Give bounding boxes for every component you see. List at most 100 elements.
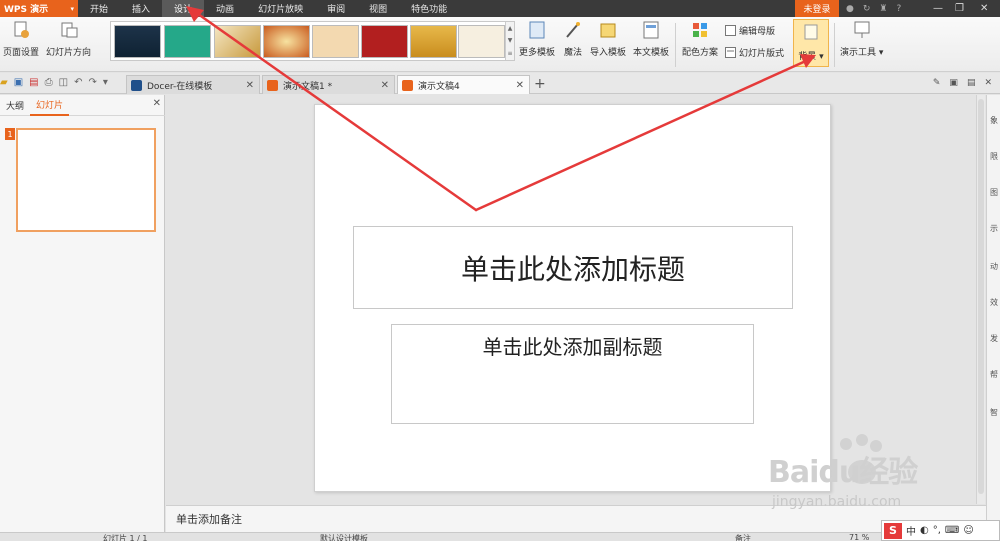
close-icon[interactable]: ✕: [980, 0, 988, 17]
magic-label: 魔法: [563, 48, 582, 58]
slide-canvas[interactable]: 单击此处添加标题 单击此处添加副标题: [314, 104, 831, 492]
tab-slides[interactable]: 幻灯片: [30, 95, 70, 116]
chevron-up-icon[interactable]: ▲: [508, 25, 513, 32]
docer-icon: [131, 79, 142, 91]
this-template-button[interactable]: 本文模板: [633, 19, 669, 58]
side-tool-icon[interactable]: 动: [990, 261, 998, 272]
close-tab-icon[interactable]: ✕: [246, 80, 254, 91]
tab-bar-controls: ✎ ▣ ▤ ✕: [933, 78, 992, 88]
undo-icon[interactable]: ↶: [74, 77, 82, 88]
this-template-label: 本文模板: [633, 48, 670, 58]
app-name: WPS 演示: [4, 5, 49, 15]
slide-orientation-button[interactable]: 幻灯片方向: [46, 19, 91, 58]
export-pdf-icon[interactable]: ▤: [29, 77, 38, 88]
template-thumb[interactable]: [263, 25, 310, 58]
zoom-level[interactable]: 71 %: [849, 533, 869, 541]
restore-icon[interactable]: ❐: [955, 0, 964, 17]
slide-layout-button[interactable]: 幻灯片版式: [725, 46, 784, 59]
side-tool-icon[interactable]: 效: [990, 297, 998, 308]
side-tool-icon[interactable]: 帮: [990, 369, 998, 380]
template-thumb[interactable]: [312, 25, 359, 58]
tab-view[interactable]: 视图: [357, 0, 399, 17]
print-icon[interactable]: ⎙: [45, 77, 53, 88]
close-document-icon[interactable]: ✕: [984, 78, 992, 88]
sogou-icon[interactable]: S: [884, 522, 902, 539]
ribbon: 页面设置 幻灯片方向 ▲ ▼ ≡ 更多模板 魔法 导入模板 本文模板 配色方案 …: [0, 17, 1000, 72]
app-menu-button[interactable]: WPS 演示 ▾: [0, 0, 78, 17]
keyboard-icon[interactable]: ⌨: [945, 525, 959, 536]
template-thumb[interactable]: [114, 25, 161, 58]
side-tool-icon[interactable]: 示: [990, 223, 998, 234]
page-setup-button[interactable]: 页面设置: [3, 19, 39, 58]
import-template-button[interactable]: 导入模板: [590, 19, 626, 58]
tab-slideshow[interactable]: 幻灯片放映: [246, 0, 315, 17]
tab-animation[interactable]: 动画: [204, 0, 246, 17]
more-templates-label: 更多模板: [519, 48, 556, 58]
title-placeholder[interactable]: 单击此处添加标题: [353, 226, 793, 309]
close-tab-icon[interactable]: ✕: [516, 80, 524, 91]
side-tool-icon[interactable]: 限: [990, 151, 998, 162]
presentation-tools-label: 演示工具 ▾: [840, 48, 884, 58]
template-thumb[interactable]: [458, 25, 505, 58]
tab-document-1[interactable]: 演示文稿1 * ✕: [262, 75, 395, 94]
expand-icon[interactable]: ≡: [507, 50, 512, 57]
side-tool-icon[interactable]: 发: [990, 333, 998, 344]
side-tool-icon[interactable]: 智: [990, 407, 998, 418]
template-thumb[interactable]: [164, 25, 211, 58]
tab-document-4[interactable]: 演示文稿4 ✕: [397, 75, 530, 94]
tab-home[interactable]: 开始: [78, 0, 120, 17]
template-thumb[interactable]: [214, 25, 261, 58]
vertical-scrollbar[interactable]: [976, 95, 985, 504]
template-name: 默认设计模板: [320, 534, 368, 541]
side-tool-icon[interactable]: 图: [990, 187, 998, 198]
slides-pane: 大纲 幻灯片 ✕ 1: [0, 95, 165, 532]
sync-icon[interactable]: ↻: [863, 4, 871, 14]
template-thumb[interactable]: [361, 25, 408, 58]
tab-special[interactable]: 特色功能: [399, 0, 459, 17]
ime-mode[interactable]: 中: [906, 523, 916, 538]
master-icon: [725, 25, 736, 36]
notes-toggle[interactable]: 备注: [735, 533, 751, 541]
tab-list-icon[interactable]: ▤: [967, 78, 976, 88]
tab-docer[interactable]: Docer-在线模板 ✕: [126, 75, 260, 94]
moon-icon[interactable]: ◐: [920, 525, 929, 536]
template-thumb[interactable]: [410, 25, 457, 58]
punctuation-icon[interactable]: °,: [933, 525, 941, 536]
shirt-icon[interactable]: ♜: [879, 4, 887, 14]
page-setup-label: 页面设置: [3, 48, 40, 58]
slide-layout-label: 幻灯片版式: [739, 49, 785, 59]
chevron-down-icon[interactable]: ▼: [508, 37, 513, 44]
edit-master-button[interactable]: 编辑母版: [725, 24, 775, 37]
close-tab-icon[interactable]: ✕: [381, 80, 389, 91]
print-preview-icon[interactable]: ◫: [59, 77, 68, 88]
window-mode-icon[interactable]: ▣: [949, 78, 958, 88]
tab-design[interactable]: 设计: [162, 0, 205, 17]
tab-review[interactable]: 审阅: [315, 0, 357, 17]
tab-outline[interactable]: 大纲: [0, 95, 30, 116]
slide-thumbnail[interactable]: [16, 128, 156, 232]
tab-insert[interactable]: 插入: [120, 0, 162, 17]
gallery-scroll[interactable]: ▲ ▼ ≡: [505, 22, 514, 60]
help-icon[interactable]: ?: [896, 4, 901, 14]
scrollbar-thumb[interactable]: [978, 99, 984, 494]
presentation-tools-button[interactable]: 演示工具 ▾: [840, 19, 883, 58]
magic-button[interactable]: 魔法: [563, 19, 583, 58]
login-button[interactable]: 未登录: [795, 0, 839, 17]
palette-icon: [690, 19, 710, 41]
more-templates-button[interactable]: 更多模板: [519, 19, 555, 58]
new-tab-icon[interactable]: +: [534, 76, 546, 92]
save-icon[interactable]: ▣: [14, 77, 23, 88]
customize-dropdown-icon[interactable]: ▾: [103, 77, 108, 88]
background-button[interactable]: 背景 ▾: [793, 19, 829, 67]
side-tool-icon[interactable]: 象: [990, 115, 998, 126]
close-pane-icon[interactable]: ✕: [153, 98, 161, 109]
color-scheme-button[interactable]: 配色方案: [682, 19, 718, 58]
user-icon[interactable]: ☺: [963, 525, 973, 536]
minimize-icon[interactable]: —: [933, 0, 943, 17]
subtitle-placeholder[interactable]: 单击此处添加副标题: [391, 324, 754, 424]
skin-icon[interactable]: ●: [846, 4, 854, 14]
open-folder-icon[interactable]: ▰: [0, 77, 8, 88]
right-side-panel: 象 限 图 示 动 效 发 帮 智: [986, 95, 1000, 532]
redo-icon[interactable]: ↷: [88, 77, 96, 88]
pin-icon[interactable]: ✎: [933, 78, 941, 88]
